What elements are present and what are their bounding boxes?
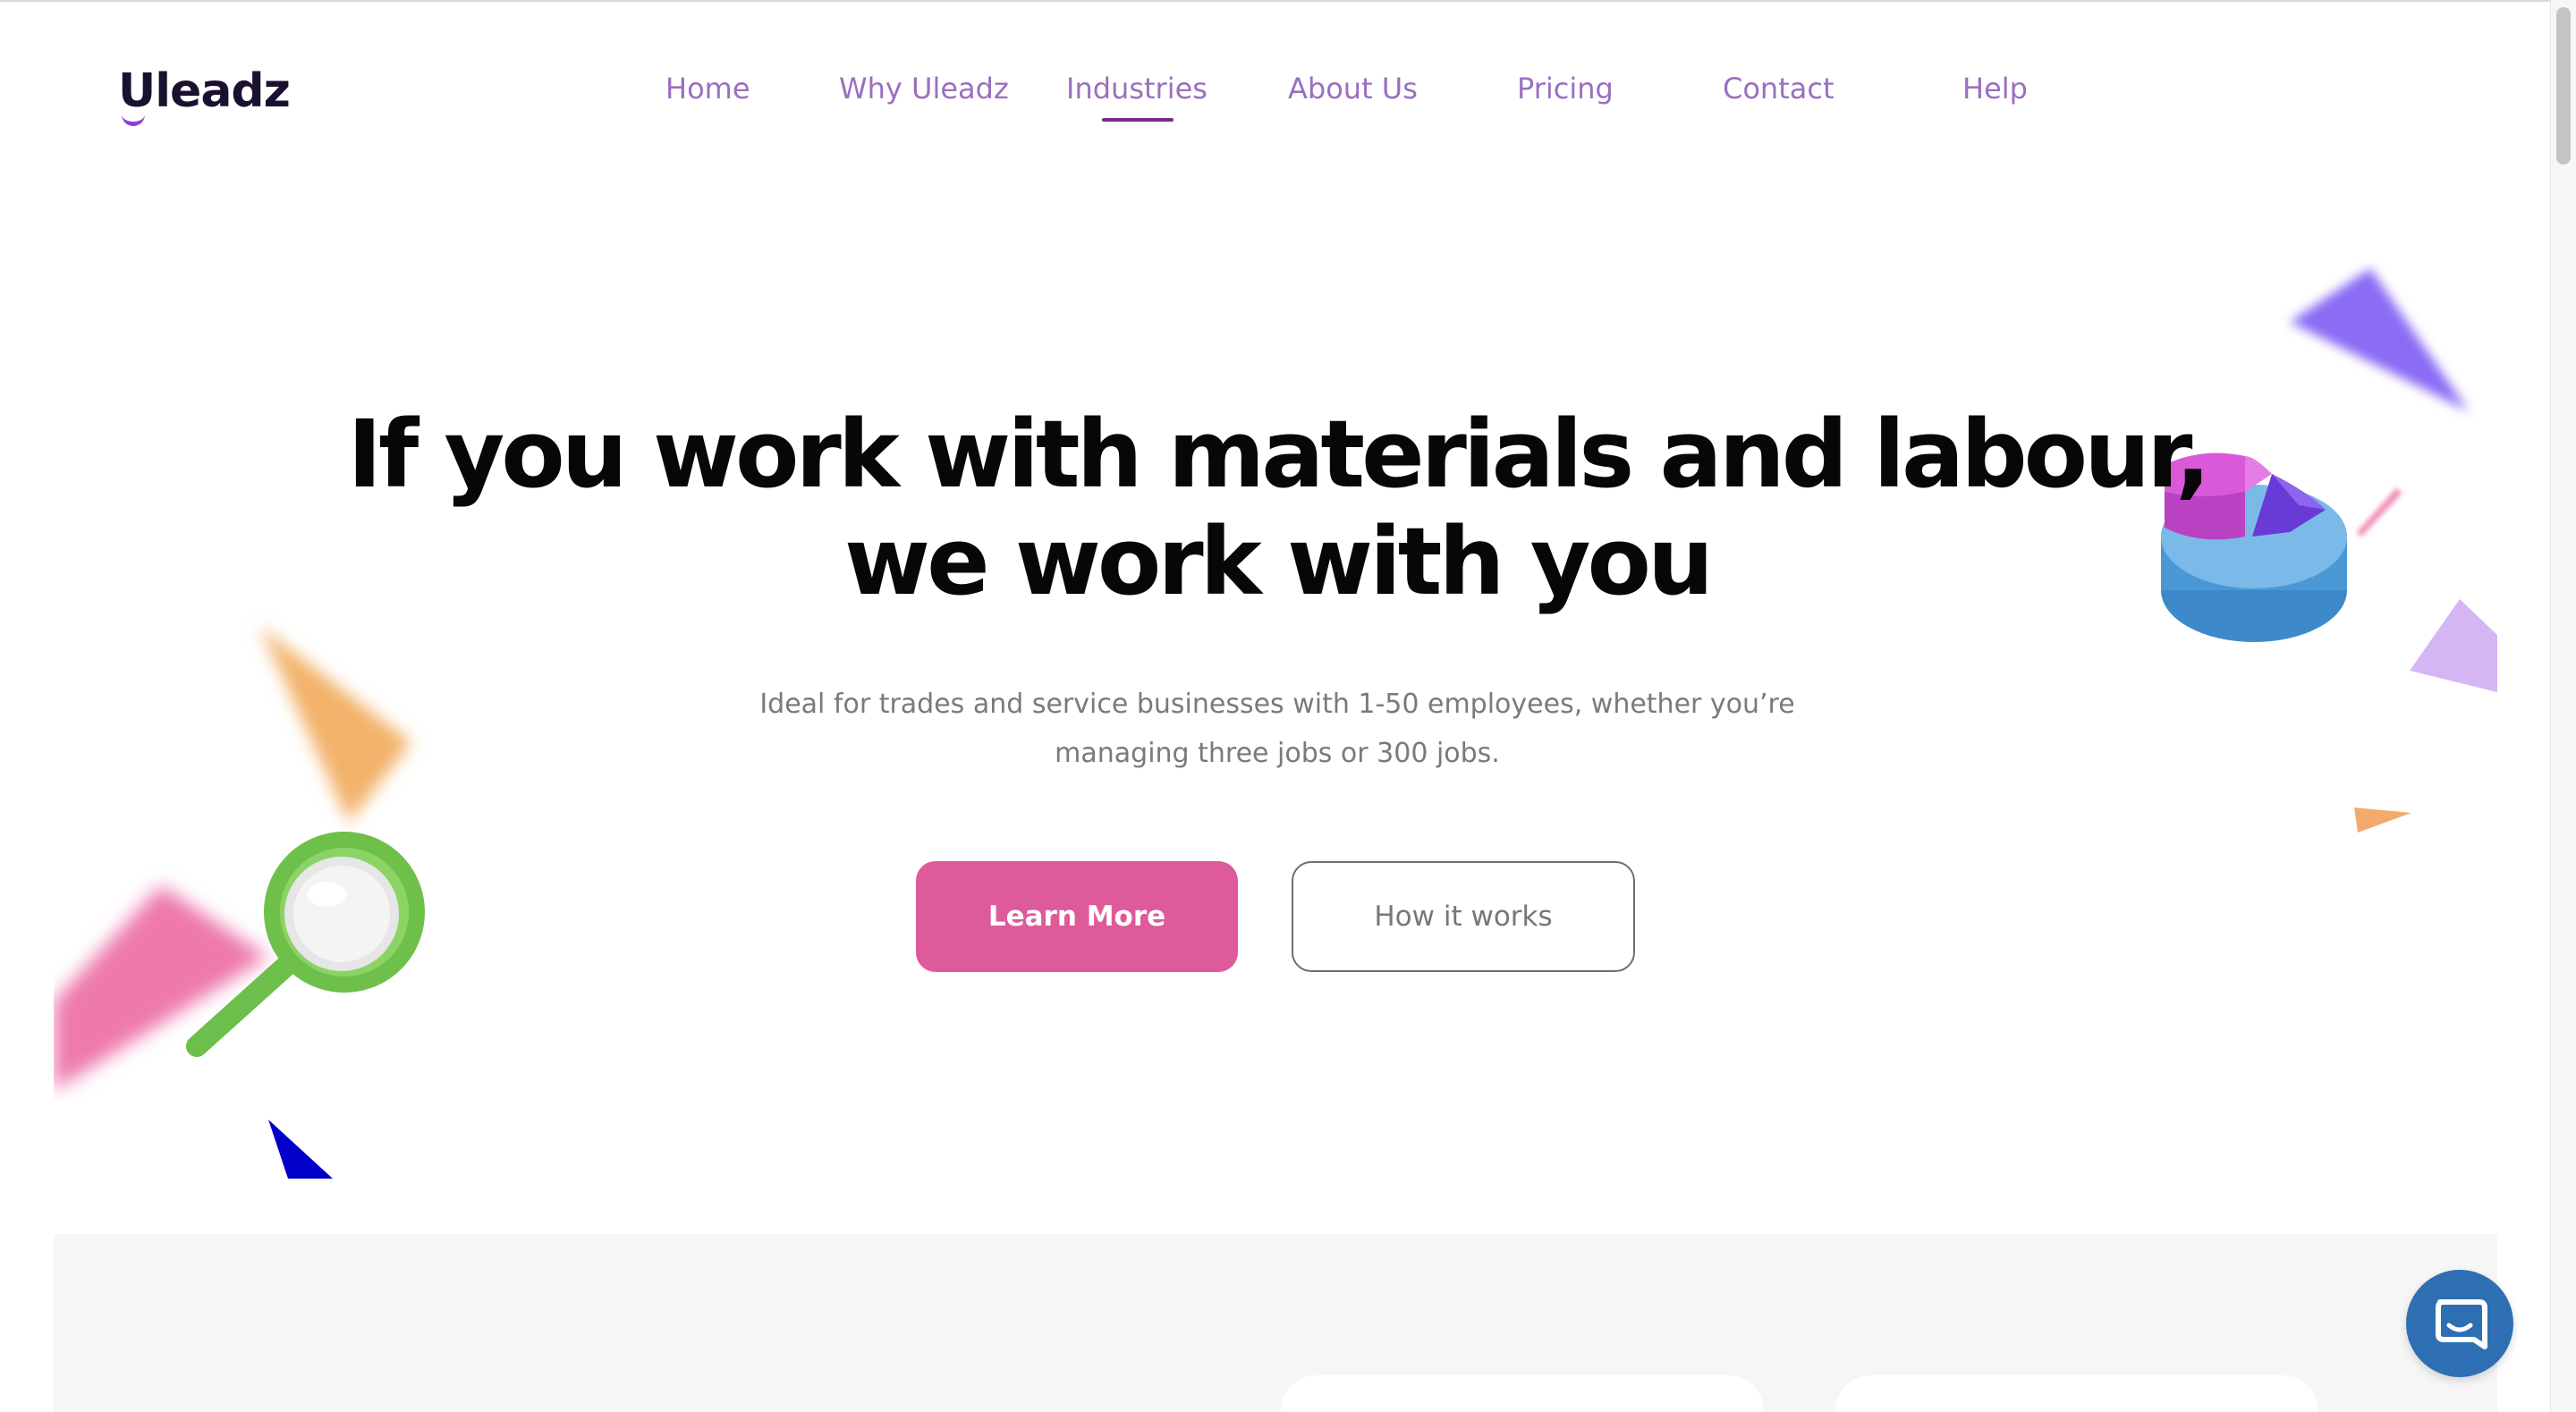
hero-subtitle-line-2: managing three jobs or 300 jobs. (1055, 738, 1500, 769)
hero-subtitle-line-1: Ideal for trades and service businesses … (759, 689, 1795, 720)
nav-item-industries[interactable]: Industries (1066, 72, 1208, 106)
feature-card (1281, 1375, 1764, 1412)
hero-title: If you work with materials and labour, w… (0, 401, 2555, 615)
page: Uleadz Home Why Uleadz Industries About … (0, 0, 2576, 1412)
feature-card (1835, 1375, 2318, 1412)
how-it-works-button[interactable]: How it works (1292, 861, 1635, 972)
chat-bubble-icon (2436, 1299, 2487, 1349)
blue-triangle-shape (268, 1120, 333, 1179)
nav-item-pricing[interactable]: Pricing (1517, 72, 1614, 106)
scrollbar[interactable] (2550, 0, 2576, 1412)
nav-item-about-us[interactable]: About Us (1288, 72, 1418, 106)
top-border (0, 0, 2576, 2)
nav-item-help[interactable]: Help (1962, 72, 2028, 106)
magnifying-glass-illustration (186, 832, 425, 1057)
orange-sliver-shape (2354, 807, 2411, 833)
learn-more-button[interactable]: Learn More (916, 861, 1238, 972)
chat-launcher-button[interactable] (2406, 1270, 2513, 1377)
hero-title-line-1: If you work with materials and labour, (347, 400, 2210, 509)
hero-subtitle: Ideal for trades and service businesses … (0, 680, 2555, 778)
nav-active-indicator (1102, 118, 1174, 122)
hero-title-line-2: we work with you (844, 507, 1714, 616)
nav-item-home[interactable]: Home (665, 72, 750, 106)
main-nav: Home Why Uleadz Industries About Us Pric… (0, 72, 2576, 125)
nav-item-why-uleadz[interactable]: Why Uleadz (839, 72, 1009, 106)
nav-item-contact[interactable]: Contact (1723, 72, 1835, 106)
scrollbar-thumb[interactable] (2556, 7, 2571, 165)
